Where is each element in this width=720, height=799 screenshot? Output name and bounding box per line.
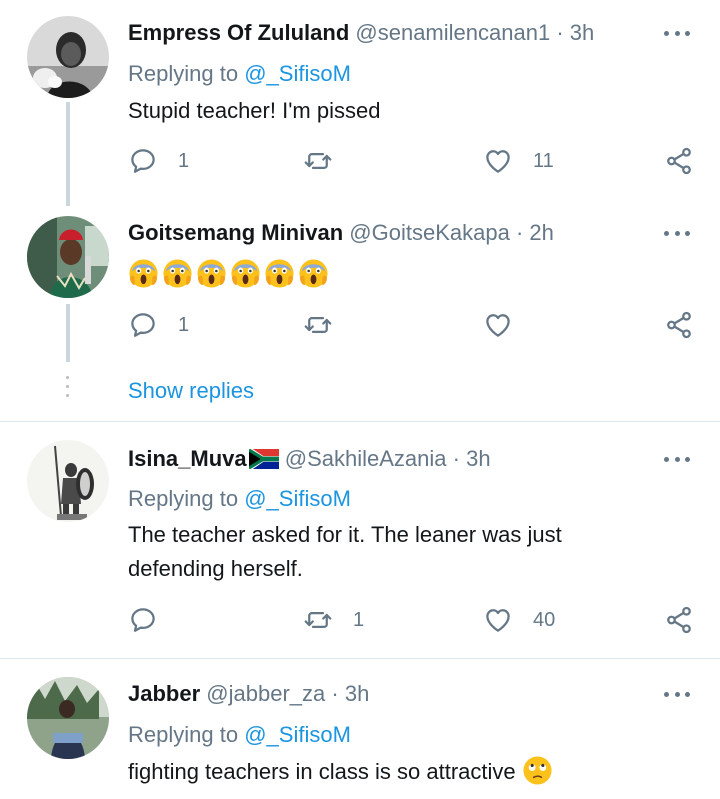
show-replies-link[interactable]: Show replies xyxy=(128,376,254,406)
mention-link[interactable]: @_SifisoM xyxy=(244,486,351,511)
thread-line xyxy=(66,304,70,362)
retweet-count: 1 xyxy=(353,608,365,631)
avatar-image xyxy=(27,16,109,98)
reply-icon xyxy=(128,310,158,340)
user-handle[interactable]: @senamilencanan1 xyxy=(355,20,550,45)
replying-to: Replying to @_SifisoM xyxy=(128,59,351,89)
share-icon xyxy=(664,146,694,176)
tweet-actions: 1 40 xyxy=(128,603,694,637)
tweet-reply[interactable]: Goitsemang Minivan @GoitseKakapa · 2h 1 xyxy=(0,174,720,420)
separator: · xyxy=(515,220,524,245)
share-button[interactable] xyxy=(664,144,694,178)
reply-button[interactable]: 1 xyxy=(128,308,189,342)
display-name[interactable]: Goitsemang Minivan xyxy=(128,220,343,245)
tweet-reply[interactable]: Empress Of Zululand @senamilencanan1 · 3… xyxy=(0,0,720,206)
tweet-header: Jabber @jabber_za · 3h xyxy=(128,679,369,709)
display-name[interactable]: Isina_Muva xyxy=(128,446,247,471)
tweet-text-row: fighting teachers in class is so attract… xyxy=(128,755,708,789)
mention-link[interactable]: @_SifisoM xyxy=(244,722,351,747)
timestamp[interactable]: 3h xyxy=(466,446,490,471)
display-name[interactable]: Empress Of Zululand xyxy=(128,20,349,45)
mention-link[interactable]: @_SifisoM xyxy=(244,61,351,86)
like-count: 11 xyxy=(533,149,554,172)
user-handle[interactable]: @SakhileAzania xyxy=(285,446,447,471)
replying-to-label: Replying to xyxy=(128,722,239,747)
face-rolling-eyes-emoji xyxy=(522,755,553,786)
avatar[interactable] xyxy=(27,216,109,298)
separator: · xyxy=(331,681,339,706)
avatar-image xyxy=(27,440,109,522)
tweet-header: Empress Of Zululand @senamilencanan1 · 3… xyxy=(128,18,594,48)
like-button[interactable] xyxy=(483,308,533,342)
share-icon xyxy=(664,310,694,340)
avatar-image xyxy=(27,677,109,759)
tweet-text: The teacher asked for it. The leaner was… xyxy=(128,522,562,581)
replying-to-label: Replying to xyxy=(128,61,239,86)
share-button[interactable] xyxy=(664,603,694,637)
retweet-icon xyxy=(303,605,333,635)
replying-to-label: Replying to xyxy=(128,486,239,511)
retweet-button[interactable] xyxy=(303,308,353,342)
tweet-reply[interactable]: Jabber @jabber_za · 3h Replying to @_Sif… xyxy=(0,659,720,799)
timestamp[interactable]: 2h xyxy=(529,220,553,245)
user-handle[interactable]: @jabber_za xyxy=(206,681,325,706)
retweet-icon xyxy=(303,146,333,176)
face-screaming-emoji xyxy=(264,258,295,289)
avatar[interactable] xyxy=(27,16,109,98)
face-screaming-emoji xyxy=(128,258,159,289)
timestamp[interactable]: 3h xyxy=(570,20,594,45)
tweet-header: Isina_Muva @SakhileAzania · 3h xyxy=(128,444,491,474)
face-screaming-emoji xyxy=(230,258,261,289)
like-count: 40 xyxy=(533,608,556,631)
avatar[interactable] xyxy=(27,440,109,522)
tweet-emoji xyxy=(128,258,332,290)
reply-button[interactable] xyxy=(128,603,178,637)
heart-icon xyxy=(483,146,513,176)
tweet-text: fighting teachers in class is so attract… xyxy=(128,759,516,784)
heart-icon xyxy=(483,310,513,340)
like-button[interactable]: 11 xyxy=(483,144,554,178)
retweet-button[interactable]: 1 xyxy=(303,603,364,637)
face-screaming-emoji xyxy=(196,258,227,289)
reply-count: 1 xyxy=(178,313,190,336)
reply-icon xyxy=(128,605,158,635)
heart-icon xyxy=(483,605,513,635)
separator: · xyxy=(556,20,564,45)
tweet-actions: 1 11 xyxy=(128,144,694,178)
reply-icon xyxy=(128,146,158,176)
reply-button[interactable]: 1 xyxy=(128,144,189,178)
timestamp[interactable]: 3h xyxy=(345,681,369,706)
separator: · xyxy=(452,446,460,471)
tweet-reply[interactable]: Isina_Muva @SakhileAzania · 3h Replying … xyxy=(0,422,720,658)
more-icon[interactable] xyxy=(664,455,690,463)
share-icon xyxy=(664,605,694,635)
retweet-button[interactable] xyxy=(303,144,353,178)
avatar-image xyxy=(27,216,109,298)
thread-line xyxy=(66,174,70,204)
tweet-text: Stupid teacher! I'm pissed xyxy=(128,98,381,123)
tweet-actions: 1 xyxy=(128,308,694,342)
south-africa-flag-icon xyxy=(248,449,279,469)
reply-count: 1 xyxy=(178,149,190,172)
replying-to: Replying to @_SifisoM xyxy=(128,720,351,750)
display-name[interactable]: Jabber xyxy=(128,681,200,706)
more-icon[interactable] xyxy=(664,690,690,698)
more-icon[interactable] xyxy=(664,229,690,237)
avatar[interactable] xyxy=(27,677,109,759)
like-button[interactable]: 40 xyxy=(483,603,555,637)
retweet-icon xyxy=(303,310,333,340)
share-button[interactable] xyxy=(664,308,694,342)
face-screaming-emoji xyxy=(298,258,329,289)
face-screaming-emoji xyxy=(162,258,193,289)
replying-to: Replying to @_SifisoM xyxy=(128,484,351,514)
tweet-header: Goitsemang Minivan @GoitseKakapa · 2h xyxy=(128,218,554,248)
user-handle[interactable]: @GoitseKakapa xyxy=(349,220,510,245)
more-icon[interactable] xyxy=(664,29,690,37)
thread-dots xyxy=(66,376,70,403)
